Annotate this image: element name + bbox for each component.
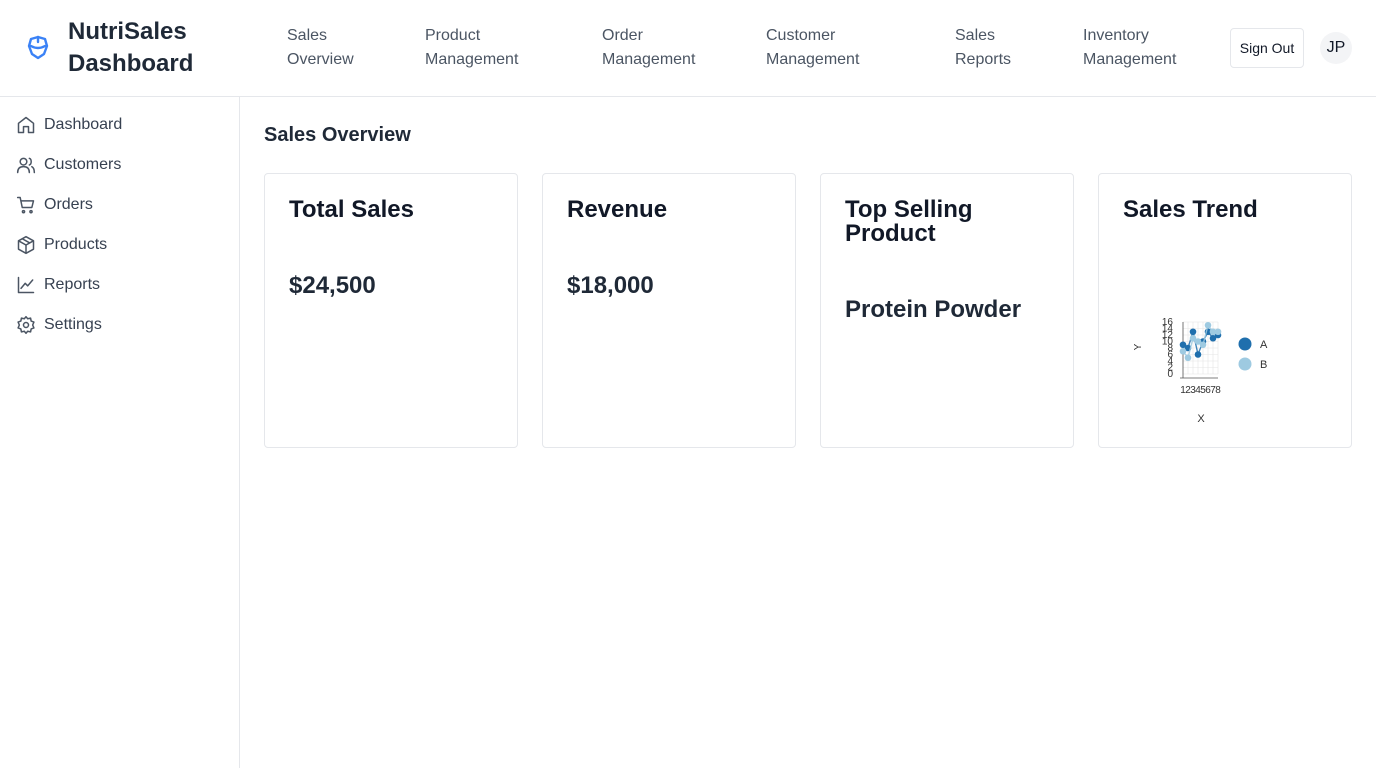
sidebar-item-products[interactable]: Products	[16, 233, 107, 257]
sidebar-item-label: Orders	[44, 196, 93, 213]
y-axis-label: Y	[1133, 343, 1144, 350]
users-icon	[16, 157, 36, 174]
card-title: Top Selling Product	[845, 196, 973, 247]
nav-sales-overview[interactable]: Sales Overview	[287, 24, 377, 72]
card-value: $18,000	[567, 272, 654, 299]
cart-icon	[16, 196, 35, 214]
nav-inventory-management[interactable]: Inventory Management	[1083, 24, 1203, 72]
card-title: Revenue	[567, 196, 668, 223]
legend-label: B	[1260, 359, 1267, 371]
sales-trend-card: Sales Trend 0 2 4 6 8 10 12 14 16 1 2 3 4 5 6 7 8 X Y A B	[1098, 173, 1352, 448]
data-point	[1214, 328, 1222, 336]
card-value: Protein Powder	[845, 296, 1022, 323]
top-header: NutriSales Dashboard Sales Overview Prod…	[0, 0, 1376, 97]
home-icon	[17, 116, 35, 134]
page-title: Sales Overview	[264, 124, 411, 146]
nav-sales-reports[interactable]: Sales Reports	[955, 24, 1035, 72]
logo-icon	[27, 35, 49, 60]
nav-product-management[interactable]: Product Management	[425, 24, 545, 72]
brand[interactable]: NutriSales Dashboard	[24, 16, 228, 80]
y-tick-label: 16	[1162, 317, 1174, 328]
legend-label: A	[1260, 339, 1268, 351]
nav-customer-management[interactable]: Customer Management	[766, 24, 886, 72]
top-selling-product-card: Top Selling Product Protein Powder	[820, 173, 1074, 448]
legend-marker	[1238, 337, 1252, 351]
app-title: NutriSales Dashboard	[68, 18, 194, 77]
data-point	[1204, 321, 1212, 329]
sidebar-item-orders[interactable]: Orders	[16, 193, 93, 217]
data-point	[1189, 328, 1197, 336]
total-sales-card: Total Sales $24,500	[264, 173, 518, 448]
data-point	[1184, 354, 1192, 362]
sales-trend-chart: 02468101214161 2 3 4 5 6 7 8XY AB	[1133, 317, 1268, 425]
gear-icon	[17, 315, 35, 335]
sidebar-item-label: Settings	[44, 316, 102, 333]
x-tick-label: 8	[1215, 385, 1221, 396]
x-axis-label: X	[1197, 413, 1205, 425]
sidebar-item-customers[interactable]: Customers	[16, 153, 121, 177]
legend-marker	[1238, 357, 1252, 371]
sidebar-item-label: Customers	[44, 156, 122, 173]
data-point	[1194, 351, 1202, 358]
sidebar-item-label: Products	[44, 236, 108, 253]
card-value: $24,500	[289, 272, 376, 299]
data-point	[1179, 347, 1187, 355]
sidebar-item-reports[interactable]: Reports	[16, 273, 100, 297]
chart-line-icon	[17, 276, 35, 294]
data-point	[1199, 341, 1207, 349]
sidebar-item-settings[interactable]: Settings	[16, 313, 102, 337]
sidebar-item-dashboard[interactable]: Dashboard	[16, 113, 122, 137]
sidebar-item-label: Reports	[44, 276, 101, 293]
package-icon	[17, 235, 35, 255]
revenue-card: Revenue $18,000	[542, 173, 796, 448]
sign-out-button[interactable]: Sign Out	[1230, 28, 1304, 68]
nav-order-management[interactable]: Order Management	[602, 24, 722, 72]
sidebar-item-label: Dashboard	[44, 116, 123, 133]
sidebar: Dashboard Customers Orders Products Repo…	[0, 97, 240, 768]
avatar[interactable]: JP	[1320, 32, 1352, 64]
card-title: Total Sales	[289, 196, 414, 223]
